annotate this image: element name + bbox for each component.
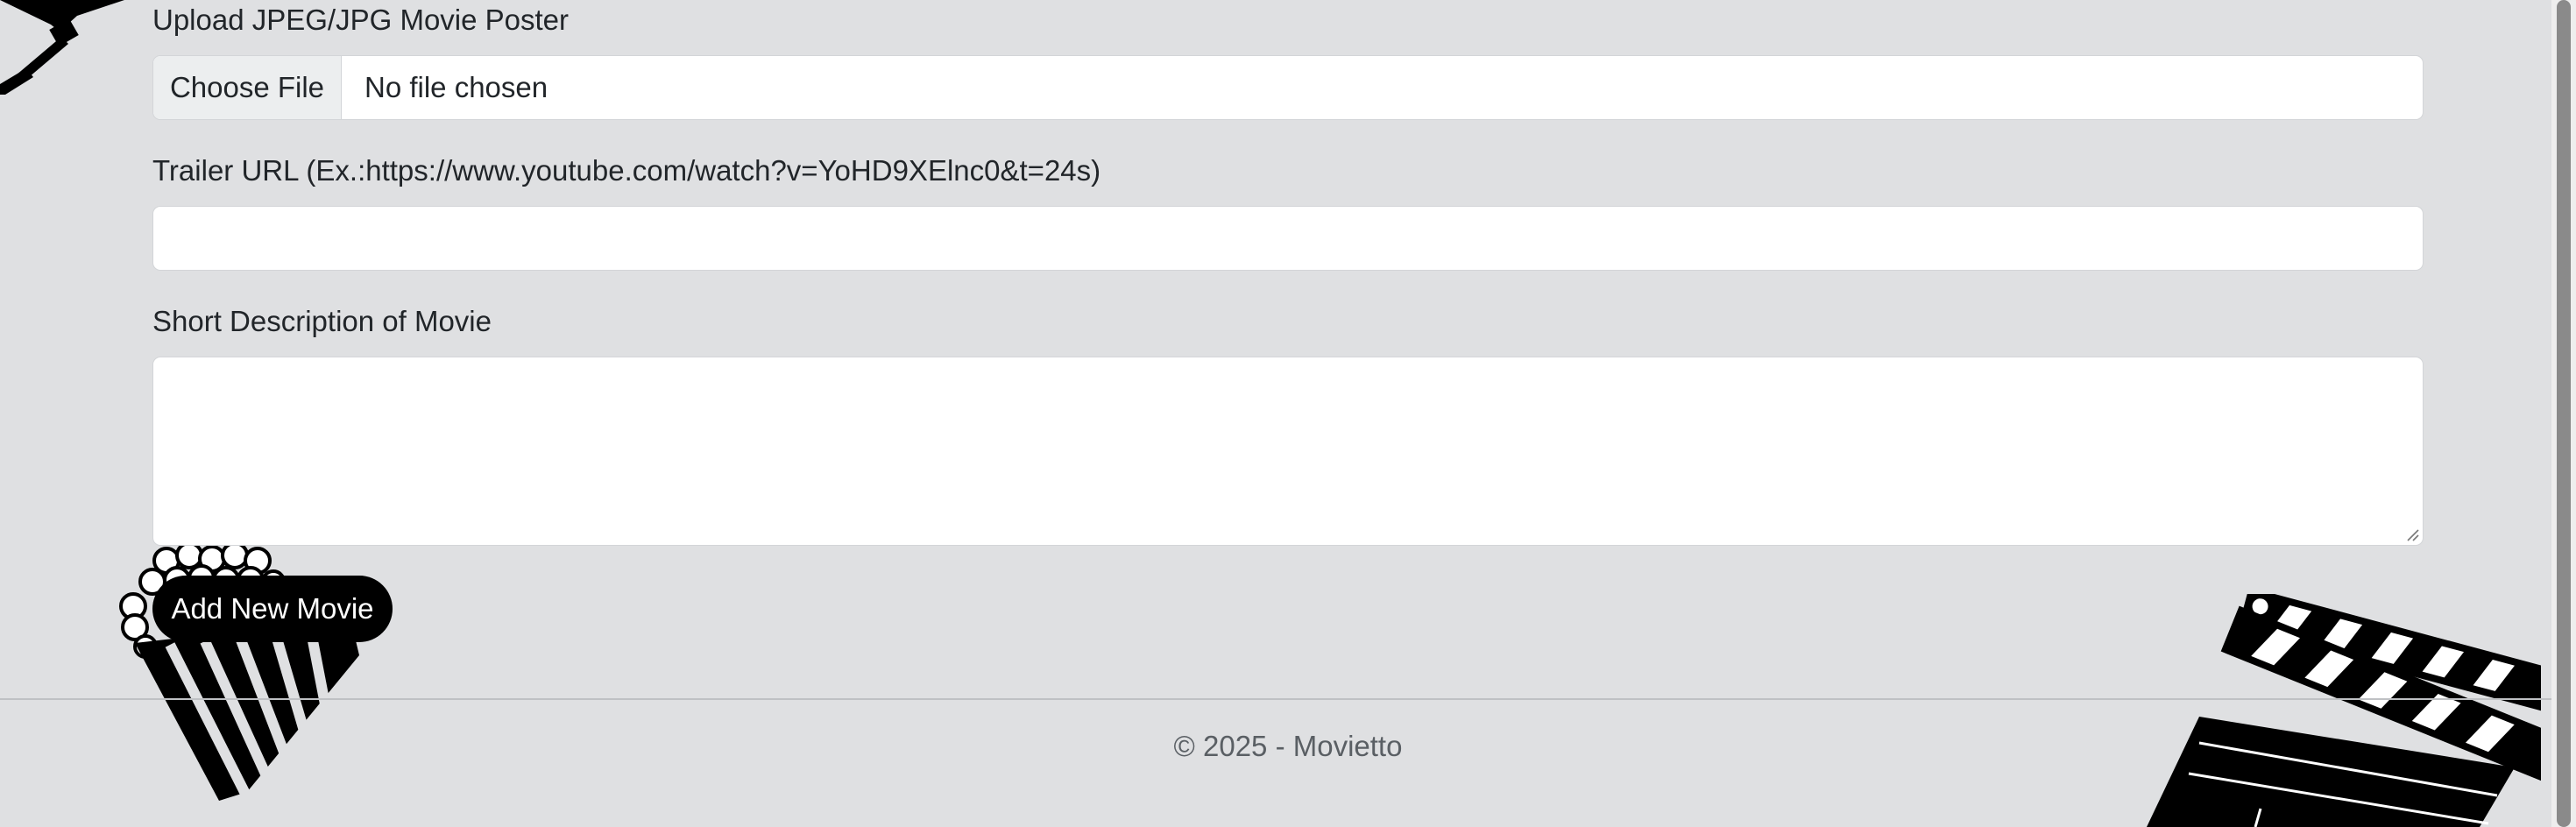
poster-upload-label: Upload JPEG/JPG Movie Poster: [152, 4, 570, 36]
add-new-movie-button[interactable]: Add New Movie: [152, 576, 393, 642]
vertical-scrollbar[interactable]: [2551, 0, 2576, 827]
trailer-url-label: Trailer URL (Ex.:https://www.youtube.com…: [152, 154, 1101, 187]
poster-file-input[interactable]: Choose File No file chosen: [152, 55, 2424, 120]
resize-handle-icon[interactable]: [2405, 527, 2419, 541]
clapperboard-icon: [2147, 594, 2541, 827]
movie-camera-icon: [0, 0, 124, 95]
description-label: Short Description of Movie: [152, 305, 492, 337]
choose-file-button[interactable]: Choose File: [153, 56, 342, 119]
description-textarea[interactable]: [152, 357, 2424, 546]
trailer-url-input[interactable]: [152, 206, 2424, 271]
footer-divider: [0, 698, 2551, 700]
footer-copyright: © 2025 - Movietto: [1173, 730, 1403, 762]
file-status-text: No file chosen: [364, 71, 548, 103]
scrollbar-thumb[interactable]: [2557, 0, 2571, 827]
